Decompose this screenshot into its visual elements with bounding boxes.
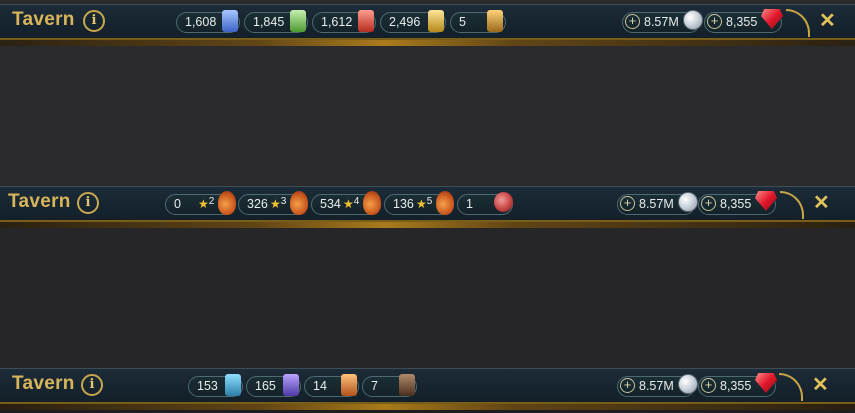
- resource-count: 326: [247, 197, 268, 211]
- star-level: 4: [353, 196, 360, 207]
- star-rating: ★3: [270, 195, 286, 215]
- green-shard-icon: [290, 10, 306, 32]
- ruby-gem-icon: [755, 191, 777, 211]
- ruby-gem-icon: [761, 9, 783, 29]
- info-icon[interactable]: i: [77, 192, 99, 214]
- corner-ornament: [786, 9, 810, 37]
- page-title: Tavern: [8, 191, 71, 212]
- silver-counter[interactable]: + 8.57M: [617, 192, 698, 215]
- star-rating: ★2: [198, 195, 214, 215]
- red-shard-icon: [358, 10, 374, 32]
- gem-amount: 8,355: [726, 15, 758, 29]
- resource-purple-book[interactable]: 165: [246, 374, 301, 397]
- star-rating: ★4: [343, 195, 359, 215]
- resource-chicken-2star[interactable]: 0 ★2: [165, 191, 236, 215]
- star-icon: ★: [270, 197, 281, 211]
- add-gems-icon[interactable]: +: [701, 196, 716, 211]
- resource-dark-book[interactable]: 7: [362, 374, 417, 397]
- gem-counter[interactable]: + 8,355: [698, 373, 777, 397]
- resource-chicken-5star[interactable]: 136 ★5: [384, 191, 454, 215]
- silver-counter[interactable]: + 8.57M: [622, 10, 703, 33]
- ruby-gem-icon: [755, 373, 777, 393]
- resource-count: 1,612: [321, 15, 353, 29]
- gold-shard-icon: [428, 10, 444, 32]
- star-level: 2: [208, 196, 215, 207]
- blue-shard-icon: [222, 10, 238, 32]
- corner-ornament: [780, 191, 804, 219]
- resource-count: 5: [459, 15, 466, 29]
- close-icon[interactable]: ✕: [812, 372, 829, 397]
- add-gems-icon[interactable]: +: [707, 14, 722, 29]
- resource-count: 14: [313, 379, 327, 393]
- resource-count: 2,496: [389, 15, 421, 29]
- add-silver-icon[interactable]: +: [625, 14, 640, 29]
- close-icon[interactable]: ✕: [813, 190, 830, 215]
- gem-amount: 8,355: [720, 379, 752, 393]
- header-bar-books: Tavern i 153 165 14 7 + 8.57M + 8,355 ✕: [0, 368, 855, 410]
- resource-count: 136: [393, 197, 414, 211]
- resource-chicken-4star[interactable]: 534 ★4: [311, 191, 381, 215]
- resource-green-shard[interactable]: 1,845: [244, 10, 308, 33]
- star-icon: ★: [343, 197, 354, 211]
- blue-book-icon: [225, 374, 241, 396]
- resource-count: 7: [371, 379, 378, 393]
- resource-count: 534: [320, 197, 341, 211]
- chicken-icon: [290, 191, 308, 215]
- info-icon[interactable]: i: [83, 10, 105, 32]
- dark-book-icon: [399, 374, 415, 396]
- corner-ornament: [779, 373, 803, 401]
- meat-icon: [494, 192, 513, 212]
- page-title: Tavern: [12, 9, 75, 30]
- header-bar-shards: Tavern i 1,608 1,845 1,612 2,496 5 + 8.5…: [0, 4, 855, 46]
- chicken-icon: [218, 191, 236, 215]
- star-rating: ★5: [416, 195, 432, 215]
- star-level: 5: [426, 196, 433, 207]
- resource-count: 1,845: [253, 15, 285, 29]
- silver-coin-icon: [683, 10, 703, 30]
- potion-shard-icon: [487, 10, 503, 32]
- star-icon: ★: [198, 197, 209, 211]
- star-level: 3: [280, 196, 287, 207]
- resource-potion-shard[interactable]: 5: [450, 10, 506, 33]
- resource-chicken-3star[interactable]: 326 ★3: [238, 191, 308, 215]
- resource-orange-book[interactable]: 14: [304, 374, 359, 397]
- header-bar-chickens: Tavern i 0 ★2 326 ★3 534 ★4 136 ★5 1 + 8…: [0, 186, 855, 228]
- purple-book-icon: [283, 374, 299, 396]
- gem-amount: 8,355: [720, 197, 752, 211]
- resource-count: 1,608: [185, 15, 217, 29]
- resource-gold-shard[interactable]: 2,496: [380, 10, 446, 33]
- silver-coin-icon: [678, 192, 698, 212]
- resource-count: 165: [255, 379, 276, 393]
- orange-book-icon: [341, 374, 357, 396]
- add-silver-icon[interactable]: +: [620, 196, 635, 211]
- gem-counter[interactable]: + 8,355: [704, 9, 783, 33]
- page-title: Tavern: [12, 373, 75, 394]
- silver-amount: 8.57M: [639, 379, 674, 393]
- resource-count: 0: [174, 197, 181, 211]
- resource-blue-shard[interactable]: 1,608: [176, 10, 240, 33]
- chicken-icon: [436, 191, 454, 215]
- silver-amount: 8.57M: [644, 15, 679, 29]
- chicken-icon: [363, 191, 381, 215]
- info-icon[interactable]: i: [81, 374, 103, 396]
- add-silver-icon[interactable]: +: [620, 378, 635, 393]
- gem-counter[interactable]: + 8,355: [698, 191, 777, 215]
- resource-count: 153: [197, 379, 218, 393]
- resource-blue-book[interactable]: 153: [188, 374, 243, 397]
- silver-coin-icon: [678, 374, 698, 394]
- close-icon[interactable]: ✕: [819, 8, 836, 33]
- star-icon: ★: [416, 197, 427, 211]
- resource-count: 1: [466, 197, 473, 211]
- resource-red-shard[interactable]: 1,612: [312, 10, 376, 33]
- resource-meat[interactable]: 1: [457, 192, 513, 215]
- silver-amount: 8.57M: [639, 197, 674, 211]
- silver-counter[interactable]: + 8.57M: [617, 374, 698, 397]
- add-gems-icon[interactable]: +: [701, 378, 716, 393]
